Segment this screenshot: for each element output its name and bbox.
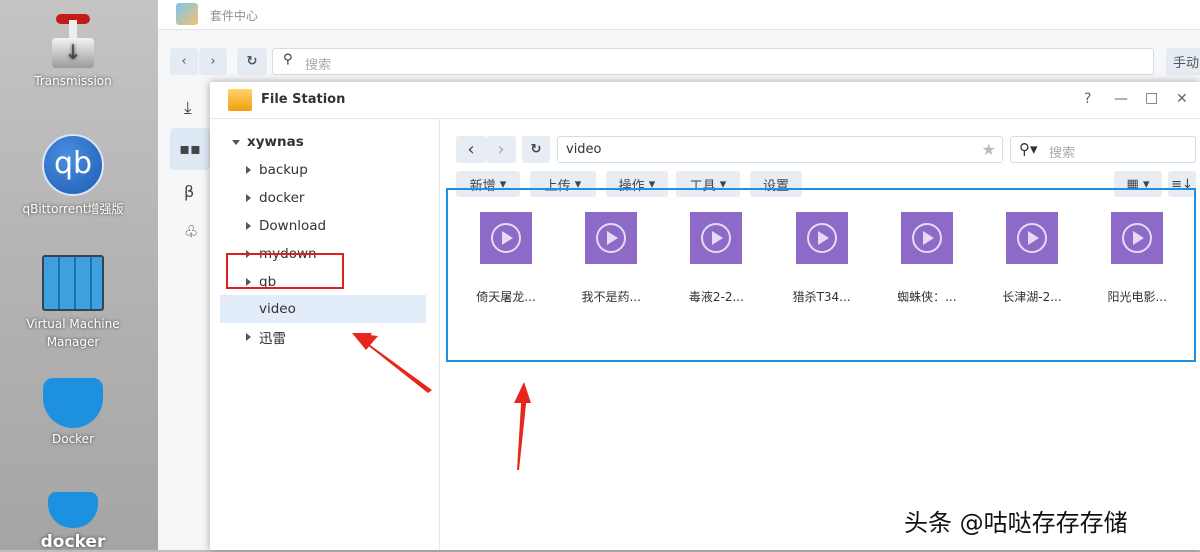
arrow-to-files [514,382,531,470]
annotation-arrows [352,333,531,470]
watermark: 头条 @咕哒存存存储 [904,509,1128,537]
arrow-to-video-folder [352,333,432,393]
